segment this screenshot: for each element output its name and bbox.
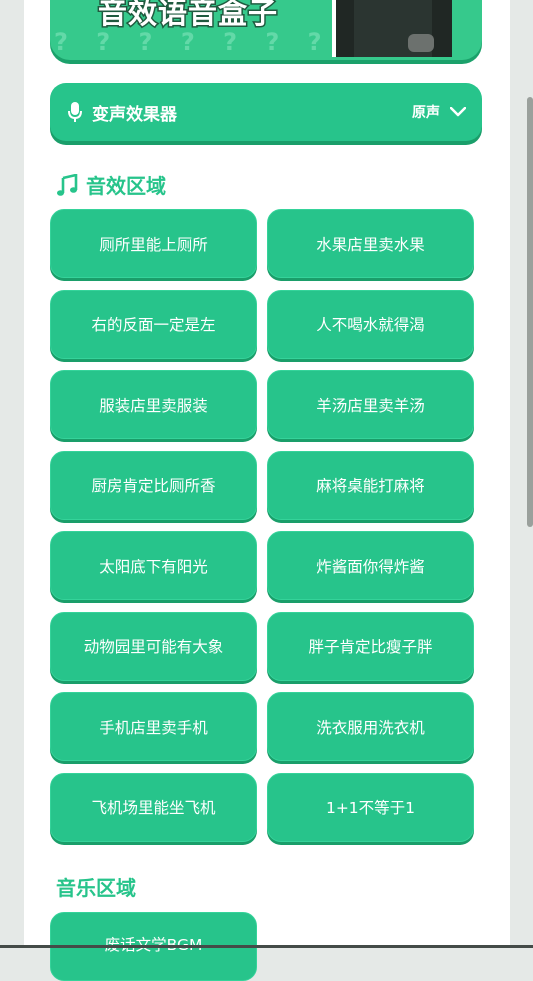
sound-button[interactable]: 厕所里能上厕所 [50,209,257,278]
sound-section-title: 音效区域 [56,170,166,199]
header-banner: ? ? ? ? ? ? ? ? ? 音效语音盒子 [50,0,482,60]
banner-photo [332,0,452,57]
voice-changer-select[interactable]: 变声效果器 原声 [50,83,482,141]
sound-button[interactable]: 水果店里卖水果 [267,209,474,278]
sound-button[interactable]: 厨房肯定比厕所香 [50,450,257,520]
chevron-down-icon [450,107,466,117]
sound-button[interactable]: 动物园里可能有大象 [50,611,257,681]
sound-button[interactable]: 1+1不等于1 [267,772,474,842]
sound-section-label: 音效区域 [86,174,166,198]
sound-button[interactable]: 飞机场里能坐飞机 [50,772,257,842]
sound-button[interactable]: 洗衣服用洗衣机 [267,692,474,761]
voice-changer-label: 变声效果器 [92,104,177,125]
banner-pattern: ? ? ? ? ? ? ? ? ? [54,28,417,56]
page-container: ? ? ? ? ? ? ? ? ? 音效语音盒子 变声效果器 原声 音效区域 厕… [24,0,510,981]
sound-button[interactable]: 羊汤店里卖羊汤 [267,370,474,439]
sound-button[interactable]: 人不喝水就得渴 [267,289,474,359]
sound-effects-grid: 厕所里能上厕所 水果店里卖水果 右的反面一定是左 人不喝水就得渴 服装店里卖服装… [50,209,474,842]
sound-button[interactable]: 太阳底下有阳光 [50,531,257,600]
music-note-icon [57,173,78,196]
sound-button[interactable]: 服装店里卖服装 [50,370,257,439]
sound-button[interactable]: 右的反面一定是左 [50,289,257,359]
sound-button[interactable]: 麻将桌能打麻将 [267,450,474,520]
music-section-label: 音乐区域 [56,876,136,900]
sound-button[interactable]: 炸酱面你得炸酱 [267,531,474,600]
voice-changer-value: 原声 [412,105,440,121]
banner-title: 音效语音盒子 [96,0,279,32]
sound-button[interactable]: 手机店里卖手机 [50,692,257,761]
microphone-icon [68,102,82,122]
sound-button[interactable]: 胖子肯定比瘦子胖 [267,611,474,681]
music-section-title: 音乐区域 [56,872,136,901]
scrollbar[interactable] [527,97,533,527]
